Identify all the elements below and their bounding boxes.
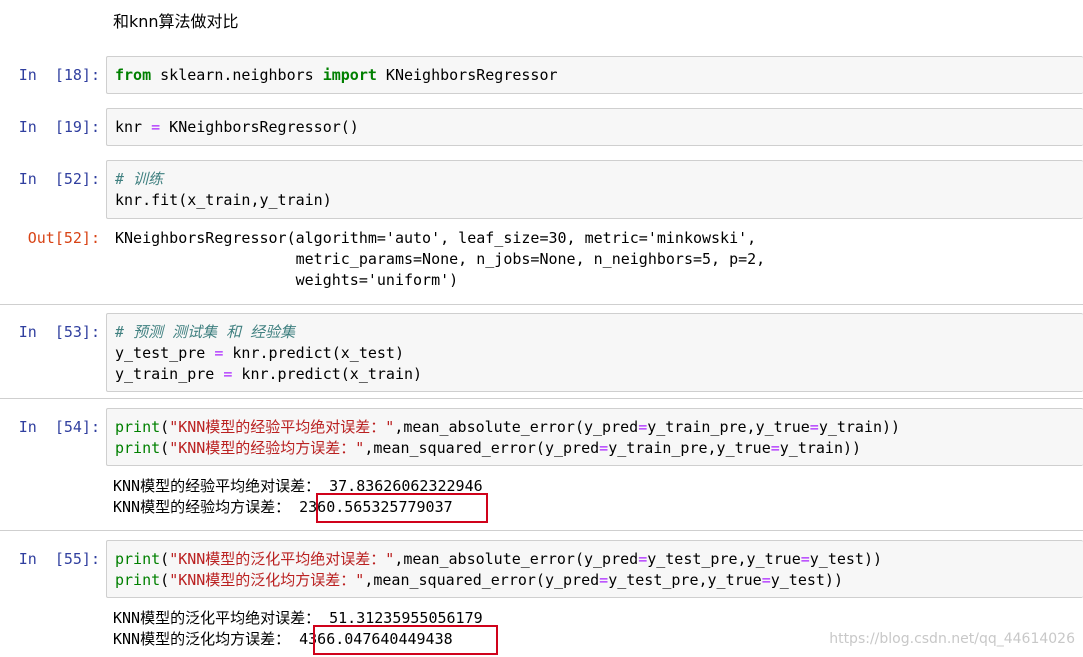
cell-52-prompt: In [52]: bbox=[18, 170, 100, 188]
cell-18-code: from sklearn.neighbors import KNeighbors… bbox=[115, 66, 558, 84]
cell-52-comment: # 训练 bbox=[115, 170, 164, 188]
cell-52-out-prompt: Out[52]: bbox=[27, 229, 100, 247]
highlight-box bbox=[313, 625, 498, 655]
cell-52-output-line-2: metric_params=None, n_jobs=None, n_neigh… bbox=[115, 250, 766, 268]
cell-54-code-line-2: print("KNN模型的经验均方误差：",mean_squared_error… bbox=[115, 439, 862, 457]
cell-54-code-line-1: print("KNN模型的经验平均绝对误差：",mean_absolute_er… bbox=[115, 418, 901, 436]
markdown-heading: 和knn算法做对比 bbox=[113, 12, 239, 31]
cell-separator bbox=[0, 398, 1083, 399]
cell-55-code-line-2: print("KNN模型的泛化均方误差：",mean_squared_error… bbox=[115, 571, 843, 589]
highlight-box bbox=[316, 493, 488, 523]
cell-52-code: knr.fit(x_train,y_train) bbox=[115, 191, 332, 209]
cell-19-code: knr = KNeighborsRegressor() bbox=[115, 118, 359, 136]
cell-55-code-line-1: print("KNN模型的泛化平均绝对误差：",mean_absolute_er… bbox=[115, 550, 883, 568]
cell-53-code-line-3: y_train_pre = knr.predict(x_train) bbox=[115, 365, 423, 383]
cell-separator bbox=[0, 530, 1083, 531]
cell-19-prompt: In [19]: bbox=[18, 118, 100, 136]
cell-52-output-line-3: weights='uniform') bbox=[115, 271, 459, 289]
cell-53-prompt: In [53]: bbox=[18, 323, 100, 341]
cell-52-output-line-1: KNeighborsRegressor(algorithm='auto', le… bbox=[115, 229, 757, 247]
cell-separator bbox=[0, 304, 1083, 305]
watermark: https://blog.csdn.net/qq_44614026 bbox=[829, 631, 1075, 647]
cell-53-code-line-2: y_test_pre = knr.predict(x_test) bbox=[115, 344, 404, 362]
cell-54-prompt: In [54]: bbox=[18, 418, 100, 436]
cell-18-prompt: In [18]: bbox=[18, 66, 100, 84]
cell-55-prompt: In [55]: bbox=[18, 550, 100, 568]
cell-53-comment: # 预测 测试集 和 经验集 bbox=[115, 323, 296, 341]
